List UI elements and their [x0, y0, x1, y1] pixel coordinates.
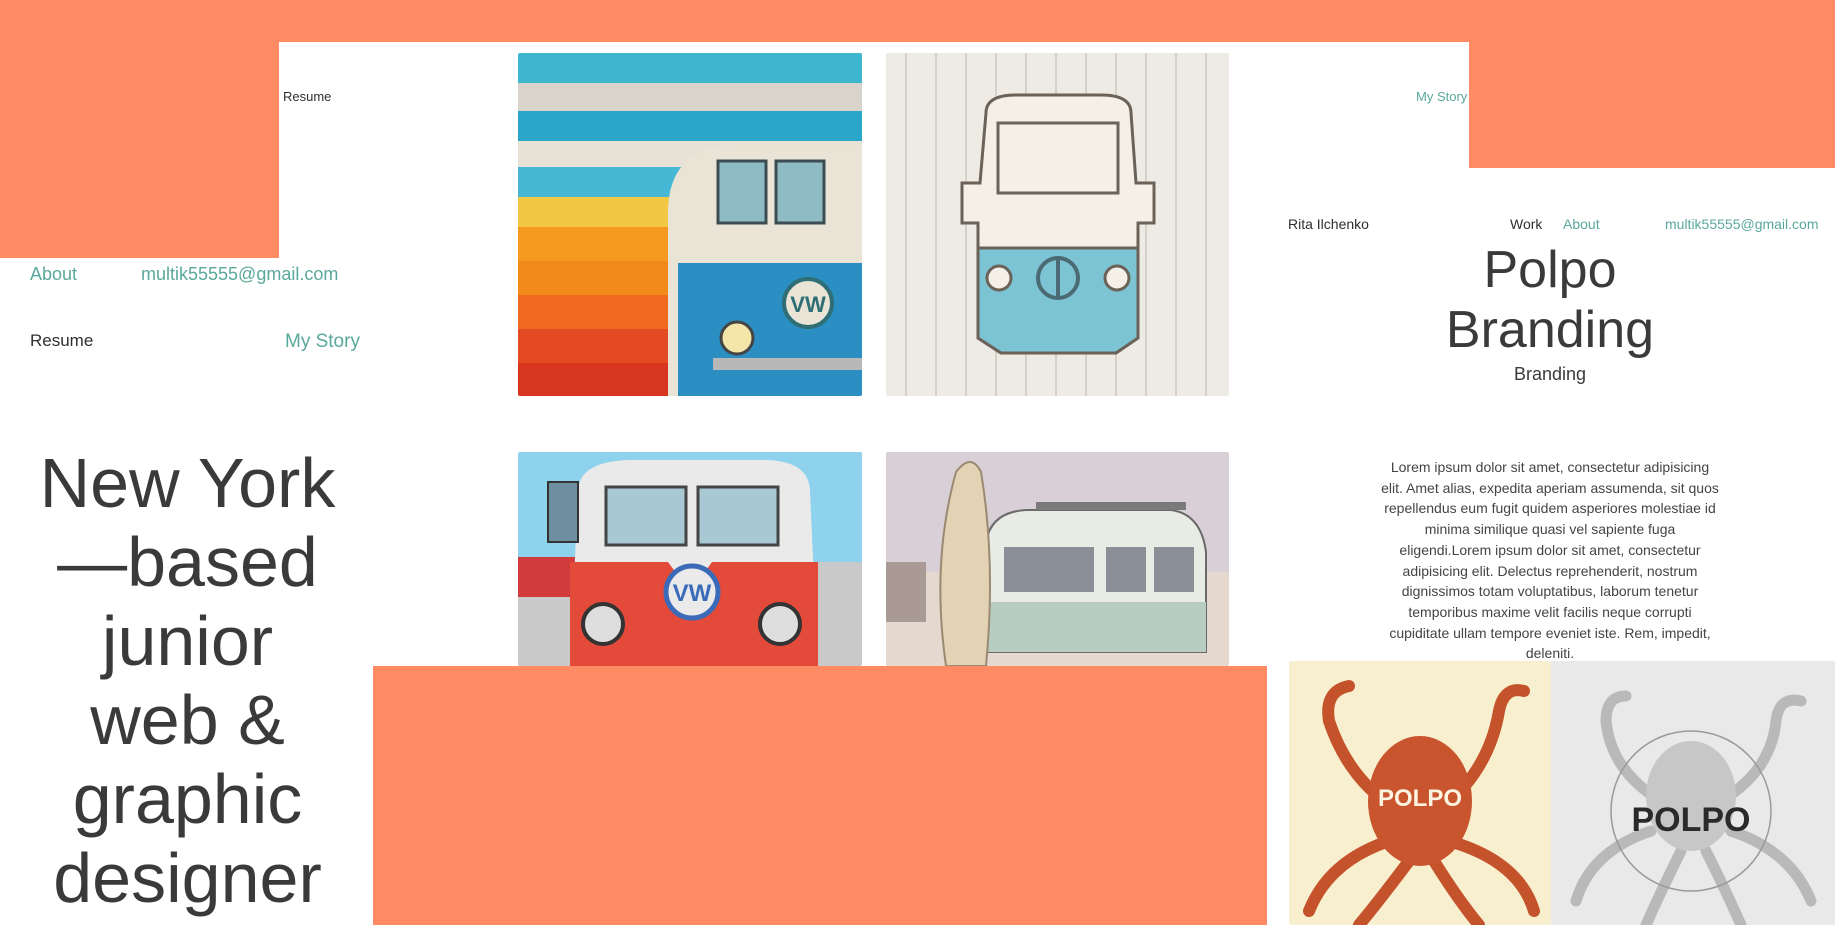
gallery-tile-2[interactable]: [886, 53, 1229, 396]
gallery-resume-link[interactable]: Resume: [283, 89, 331, 104]
project-title: Polpo Branding: [1400, 240, 1700, 360]
project-subtitle: Branding: [1513, 364, 1587, 384]
project-nav-work[interactable]: Work: [1510, 216, 1542, 232]
gallery-tile-3[interactable]: VW: [518, 452, 862, 666]
gray-octopus-image: POLPO: [1551, 661, 1835, 925]
project-nav-email[interactable]: multik55555@gmail.com: [1665, 216, 1819, 232]
description-line: dignissimos totam voluptatibus, laborum …: [1401, 583, 1699, 600]
project-image-1[interactable]: POLPO: [1289, 661, 1551, 925]
gallery-tile-1[interactable]: VW: [518, 53, 862, 396]
orange-background-bottom: [373, 666, 1267, 925]
description-line: temporibus maxime velit facilis neque co…: [1408, 603, 1692, 620]
project-image-2[interactable]: POLPO: [1551, 661, 1835, 925]
project-title-line: Branding: [1445, 301, 1655, 359]
orange-octopus-image: POLPO: [1289, 661, 1551, 925]
left-resume-link[interactable]: Resume: [30, 331, 93, 351]
left-my-story-link[interactable]: My Story: [285, 331, 360, 353]
red-vw-bus-image: VW: [518, 452, 862, 666]
svg-text:VW: VW: [673, 580, 712, 607]
orange-background-topright: [1469, 0, 1835, 168]
description-line: Lorem ipsum dolor sit amet, consectetur …: [1390, 459, 1710, 475]
description-line: minima similique quasi vel sapiente fuga: [1424, 521, 1676, 538]
left-about-link[interactable]: About: [30, 264, 77, 285]
description-line: cupiditate ullam tempore eveniet iste. R…: [1389, 624, 1711, 641]
brand-name[interactable]: Rita Ilchenko: [1288, 216, 1369, 232]
project-title-line: Polpo: [1483, 241, 1617, 299]
wooden-vw-bus-sign-image: [886, 53, 1229, 396]
orange-background-topleft: [0, 0, 279, 258]
svg-text:VW: VW: [790, 292, 826, 317]
description-line: eligendi.Lorem ipsum dolor sit amet, con…: [1399, 541, 1701, 558]
hero-line: —based: [57, 523, 318, 601]
left-email-link[interactable]: multik55555@gmail.com: [141, 264, 338, 285]
gallery-my-story-link[interactable]: My Story: [1416, 89, 1467, 104]
project-nav-about[interactable]: About: [1563, 216, 1600, 232]
polpo-logo-text: POLPO: [1378, 785, 1462, 812]
gallery-tile-4[interactable]: [886, 452, 1229, 666]
hero-line: junior: [101, 602, 274, 680]
description-line: elit. Amet alias, expedita aperiam assum…: [1381, 479, 1719, 496]
painted-vw-bus-image: VW: [518, 53, 862, 396]
hero-line: New York: [39, 444, 336, 522]
vw-bus-surfboard-image: [886, 452, 1229, 666]
hero-line: designer: [53, 839, 322, 917]
hero-heading: New York —based junior web & graphic des…: [20, 444, 355, 918]
hero-line: graphic: [72, 760, 303, 838]
hero-line: web &: [90, 681, 285, 759]
project-description: Lorem ipsum dolor sit amet, consectetur …: [1370, 457, 1730, 664]
polpo-logo-text: POLPO: [1631, 801, 1750, 839]
description-line: adipisicing elit. Delectus reprehenderit…: [1402, 562, 1698, 579]
description-line: repellendus eum fugit quidem asperiores …: [1384, 500, 1716, 517]
